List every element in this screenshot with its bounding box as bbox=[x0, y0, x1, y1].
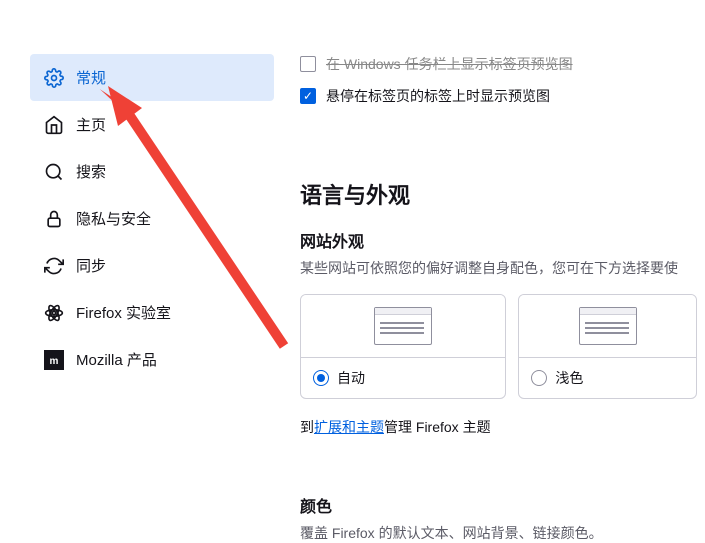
sidebar-item-label: 隐私与安全 bbox=[76, 208, 151, 229]
checkbox-icon[interactable] bbox=[300, 56, 316, 72]
checkbox-icon[interactable] bbox=[300, 88, 316, 104]
sidebar-item-search[interactable]: 搜索 bbox=[30, 148, 274, 195]
sidebar-item-label: Firefox 实验室 bbox=[76, 302, 171, 323]
search-icon bbox=[44, 162, 64, 182]
sidebar-item-label: Mozilla 产品 bbox=[76, 349, 157, 370]
theme-preview bbox=[301, 295, 505, 357]
theme-management-line: 到扩展和主题管理 Firefox 主题 bbox=[300, 417, 697, 437]
sidebar-item-general[interactable]: 常规 bbox=[30, 54, 274, 101]
lock-icon bbox=[44, 209, 64, 229]
svg-text:m: m bbox=[50, 356, 59, 367]
window-icon bbox=[374, 307, 432, 345]
colors-helper: 覆盖 Firefox 的默认文本、网站背景、链接颜色。 bbox=[300, 523, 697, 543]
home-icon bbox=[44, 115, 64, 135]
sidebar-item-privacy[interactable]: 隐私与安全 bbox=[30, 195, 274, 242]
theme-options: 自动 浅色 bbox=[300, 294, 697, 399]
text: 到 bbox=[300, 419, 314, 435]
mozilla-icon: m bbox=[44, 350, 64, 370]
radio-icon[interactable] bbox=[531, 370, 547, 386]
sidebar-item-home[interactable]: 主页 bbox=[30, 101, 274, 148]
sidebar-item-experiments[interactable]: Firefox 实验室 bbox=[30, 289, 274, 336]
checkbox-label: 悬停在标签页的标签上时显示预览图 bbox=[326, 86, 550, 106]
section-title-language-appearance: 语言与外观 bbox=[300, 178, 697, 210]
sidebar-item-mozilla[interactable]: m Mozilla 产品 bbox=[30, 336, 274, 383]
sidebar-item-sync[interactable]: 同步 bbox=[30, 242, 274, 289]
checkbox-hover-preview[interactable]: 悬停在标签页的标签上时显示预览图 bbox=[300, 86, 697, 106]
checkbox-label: 在 Windows 任务栏上显示标签页预览图 bbox=[326, 54, 573, 74]
sidebar-item-label: 主页 bbox=[76, 114, 106, 135]
theme-label: 浅色 bbox=[555, 368, 583, 388]
theme-label: 自动 bbox=[337, 368, 365, 388]
window-icon bbox=[579, 307, 637, 345]
flask-icon bbox=[44, 303, 64, 323]
sidebar-item-label: 常规 bbox=[76, 67, 106, 88]
text: 管理 Firefox 主题 bbox=[384, 419, 491, 435]
sidebar-item-label: 搜索 bbox=[76, 161, 106, 182]
sync-icon bbox=[44, 256, 64, 276]
theme-preview bbox=[519, 295, 696, 357]
theme-option-auto[interactable]: 自动 bbox=[300, 294, 506, 399]
theme-option-light[interactable]: 浅色 bbox=[518, 294, 697, 399]
sidebar-item-label: 同步 bbox=[76, 255, 106, 276]
gear-icon bbox=[44, 68, 64, 88]
appearance-helper: 某些网站可依照您的偏好调整自身配色，您可在下方选择要使 bbox=[300, 258, 697, 278]
main-content: 在 Windows 任务栏上显示标签页预览图 悬停在标签页的标签上时显示预览图 … bbox=[300, 54, 705, 543]
sidebar: 常规 主页 搜索 隐私与安全 同步 Firefox 实验室 m Mozilla bbox=[30, 54, 274, 383]
radio-icon[interactable] bbox=[313, 370, 329, 386]
subsection-title-colors: 颜色 bbox=[300, 493, 697, 517]
checkbox-taskbar-preview[interactable]: 在 Windows 任务栏上显示标签页预览图 bbox=[300, 54, 697, 74]
extensions-themes-link[interactable]: 扩展和主题 bbox=[314, 419, 384, 435]
subsection-title-website-appearance: 网站外观 bbox=[300, 228, 697, 252]
